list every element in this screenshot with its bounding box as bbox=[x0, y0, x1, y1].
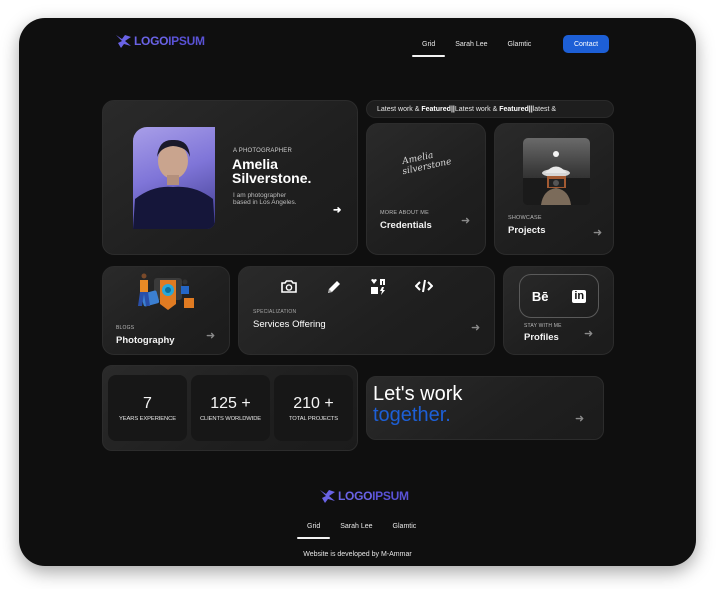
linkedin-icon[interactable]: in bbox=[572, 289, 587, 303]
services-eyebrow: SPECIALIZATION bbox=[253, 309, 297, 315]
arrow-right-icon[interactable]: ➜ bbox=[333, 205, 341, 216]
services-title: Services Offering bbox=[253, 319, 326, 330]
blogs-card[interactable]: BLOGS Photography ➜ bbox=[102, 266, 230, 355]
marquee-featured: Featured bbox=[499, 105, 529, 113]
intro-eyebrow: A PHOTOGRAPHER bbox=[233, 148, 293, 154]
code-icon bbox=[414, 279, 434, 298]
nav-sarah-lee[interactable]: Sarah Lee bbox=[445, 41, 497, 48]
stat-years: 7 YEARS EXPERIENCE bbox=[108, 375, 187, 441]
cta-line1: Let's work bbox=[373, 383, 463, 405]
stat-clients: 125 + CLIENTS WORLDWIDE bbox=[191, 375, 270, 441]
portrait-photo bbox=[133, 127, 215, 229]
contact-button[interactable]: Contact bbox=[563, 35, 609, 53]
intro-card[interactable]: A PHOTOGRAPHER Amelia Silverstone. I am … bbox=[102, 100, 358, 255]
logo-mark-icon bbox=[320, 489, 335, 503]
credentials-title: Credentials bbox=[380, 220, 432, 231]
stat-value: 210 + bbox=[293, 394, 334, 412]
footer-nav-grid[interactable]: Grid bbox=[297, 523, 331, 539]
profiles-eyebrow: STAY WITH ME bbox=[524, 323, 562, 329]
logo-mark-icon bbox=[116, 34, 131, 48]
intro-name-first: Amelia bbox=[232, 156, 278, 172]
marquee-text: latest & bbox=[532, 105, 557, 113]
header-logo[interactable]: LOGO IPSUM bbox=[116, 34, 205, 48]
arrow-right-icon[interactable]: ➜ bbox=[471, 321, 480, 334]
blogs-eyebrow: BLOGS bbox=[116, 325, 135, 331]
projects-eyebrow: SHOWCASE bbox=[508, 215, 542, 221]
page-window: LOGO IPSUM Grid Sarah Lee Glamtic Contact… bbox=[19, 18, 696, 566]
projects-title: Projects bbox=[508, 225, 546, 236]
intro-name: Amelia Silverstone. bbox=[232, 157, 311, 185]
stat-label: TOTAL PROJECTS bbox=[288, 415, 339, 422]
footer-logo[interactable]: LOGO IPSUM bbox=[320, 489, 409, 503]
credentials-card[interactable]: Amelia silverstone MORE ABOUT ME Credent… bbox=[366, 123, 486, 255]
stat-projects: 210 + TOTAL PROJECTS bbox=[274, 375, 353, 441]
nav-glamtic[interactable]: Glamtic bbox=[498, 41, 542, 48]
intro-bio-line1: I am photographer bbox=[233, 192, 287, 199]
arrow-right-icon[interactable]: ➜ bbox=[593, 226, 602, 239]
arrow-right-icon[interactable]: ➜ bbox=[584, 327, 593, 340]
footer-nav-sarah-lee[interactable]: Sarah Lee bbox=[330, 523, 382, 530]
behance-icon[interactable]: Bē bbox=[532, 289, 549, 304]
credentials-eyebrow: MORE ABOUT ME bbox=[380, 210, 429, 216]
arrow-right-icon[interactable]: ➜ bbox=[575, 412, 584, 425]
stat-label: CLIENTS WORLDWIDE bbox=[199, 415, 262, 422]
stat-label: YEARS EXPERIENCE bbox=[118, 415, 177, 422]
footer-nav: Grid Sarah Lee Glamtic bbox=[297, 523, 427, 539]
signature-image: Amelia silverstone bbox=[401, 147, 452, 178]
logo-text-ipsum: IPSUM bbox=[372, 489, 409, 503]
camera-icon bbox=[281, 279, 297, 298]
projects-photo bbox=[523, 138, 590, 205]
footer-nav-glamtic[interactable]: Glamtic bbox=[383, 523, 427, 530]
marquee-featured: Featured bbox=[421, 105, 451, 113]
pencil-icon bbox=[326, 279, 342, 300]
photography-illustration bbox=[136, 272, 196, 321]
nav-grid[interactable]: Grid bbox=[412, 41, 446, 57]
lets-work-together-card[interactable]: Let's work together. ➜ bbox=[366, 376, 604, 440]
services-card[interactable]: SPECIALIZATION Services Offering ➜ bbox=[238, 266, 495, 355]
logo-text-logo: LOGO bbox=[134, 34, 169, 48]
marquee-text: Latest work & bbox=[454, 105, 498, 113]
blogs-title: Photography bbox=[116, 335, 175, 346]
logo-text-logo: LOGO bbox=[338, 489, 373, 503]
stat-value: 7 bbox=[143, 394, 152, 412]
header-nav: Grid Sarah Lee Glamtic bbox=[412, 41, 542, 57]
intro-bio: I am photographer based in Los Angeles. bbox=[233, 192, 297, 206]
logo-text-ipsum: IPSUM bbox=[168, 34, 205, 48]
intro-name-last: Silverstone. bbox=[232, 170, 312, 186]
marquee-text: Latest work & bbox=[377, 105, 420, 113]
profiles-card[interactable]: Bē in STAY WITH ME Profiles ➜ bbox=[503, 266, 614, 355]
media-icon bbox=[370, 278, 387, 300]
arrow-right-icon[interactable]: ➜ bbox=[461, 214, 470, 227]
arrow-right-icon[interactable]: ➜ bbox=[206, 329, 215, 342]
featured-marquee: Latest work & Featured || Latest work & … bbox=[366, 100, 614, 118]
footer-credit: Website is developed by M-Ammar bbox=[303, 551, 412, 558]
intro-bio-line2: based in Los Angeles. bbox=[233, 199, 297, 206]
profiles-title: Profiles bbox=[524, 332, 559, 343]
projects-card[interactable]: SHOWCASE Projects ➜ bbox=[494, 123, 614, 255]
cta-line2: together. bbox=[373, 404, 451, 426]
social-links: Bē in bbox=[519, 274, 599, 318]
stat-value: 125 + bbox=[210, 394, 251, 412]
stats-card: 7 YEARS EXPERIENCE 125 + CLIENTS WORLDWI… bbox=[102, 365, 358, 451]
